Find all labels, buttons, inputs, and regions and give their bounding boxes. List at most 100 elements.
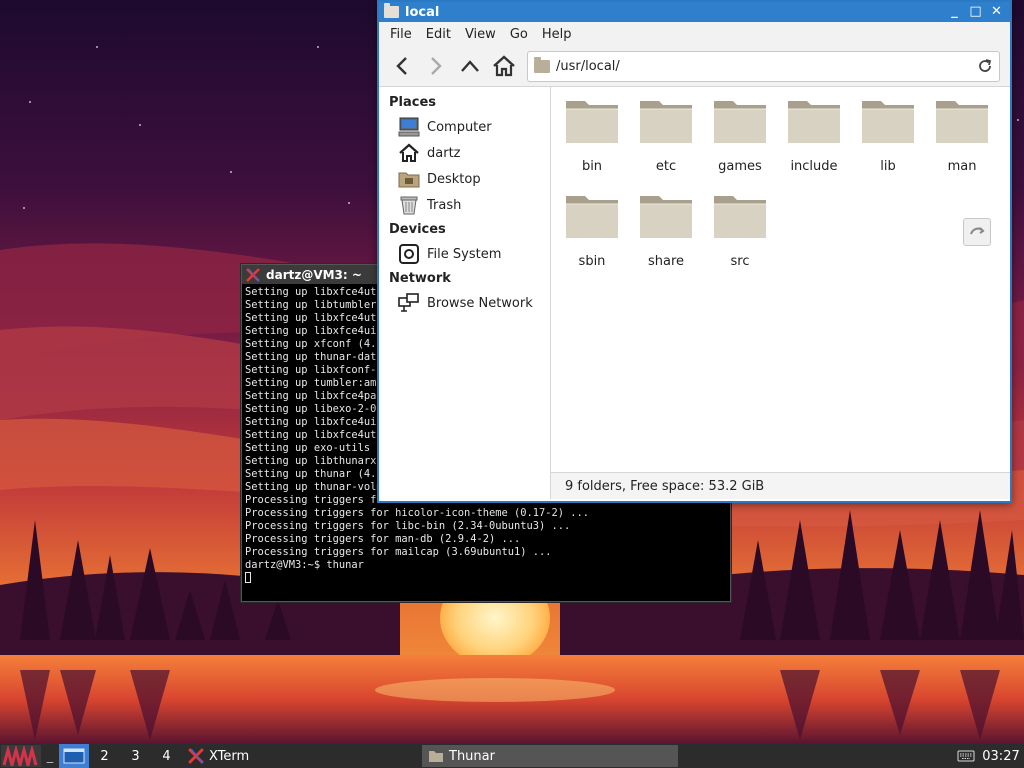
toolbar: /usr/local/ bbox=[379, 46, 1010, 87]
minimize-button[interactable]: _ bbox=[945, 4, 964, 20]
menu-view[interactable]: View bbox=[458, 27, 503, 42]
menubar: File Edit View Go Help bbox=[379, 22, 1010, 46]
menu-edit[interactable]: Edit bbox=[419, 27, 458, 42]
folder-name: lib bbox=[880, 159, 896, 174]
folder-name: games bbox=[718, 159, 762, 174]
chevron-right-icon bbox=[431, 57, 442, 75]
sidebar-item-computer[interactable]: Computer bbox=[379, 114, 550, 140]
reload-icon bbox=[970, 227, 985, 235]
xterm-title: dartz@VM3: ~ bbox=[266, 267, 362, 282]
menu-go[interactable]: Go bbox=[503, 27, 535, 42]
maximize-button[interactable]: □ bbox=[966, 4, 985, 20]
terminal-cursor bbox=[245, 572, 251, 583]
folder-name: man bbox=[947, 159, 977, 174]
folder-name: sbin bbox=[578, 254, 606, 269]
folder-item[interactable]: lib bbox=[851, 95, 925, 190]
sidebar-item-browse-network[interactable]: Browse Network bbox=[379, 290, 550, 316]
workspace-1[interactable]: _ bbox=[41, 749, 59, 764]
up-button[interactable] bbox=[453, 50, 487, 82]
sidebar-item-label: Trash bbox=[427, 197, 462, 213]
home-icon bbox=[493, 55, 515, 77]
chevron-left-icon bbox=[396, 57, 407, 75]
folder-name: bin bbox=[581, 159, 603, 174]
workspace-3[interactable]: 3 bbox=[120, 749, 151, 764]
terminal-line: dartz@VM3:~$ thunar bbox=[245, 559, 364, 571]
folder-item[interactable]: src bbox=[703, 190, 777, 285]
taskbar-item-label: XTerm bbox=[209, 748, 250, 764]
devices-heading: Devices bbox=[389, 222, 446, 237]
sidebar: Places Computer dartz Desktop Trash Devi… bbox=[379, 87, 551, 499]
desktop-folder-icon bbox=[398, 169, 420, 189]
thunar-titlebar[interactable]: local _ □ ✕ bbox=[379, 2, 1010, 22]
folder-item[interactable]: sbin bbox=[555, 190, 629, 285]
clock[interactable]: 03:27 bbox=[978, 749, 1024, 764]
folder-icon bbox=[640, 196, 692, 238]
home-icon bbox=[398, 143, 420, 163]
chevron-up-icon bbox=[461, 60, 479, 72]
folder-grid: bin etc games include lib man sbin share src bbox=[551, 87, 1010, 472]
folder-item[interactable]: etc bbox=[629, 95, 703, 190]
taskbar-item-label: Thunar bbox=[449, 748, 495, 764]
folder-name: include bbox=[790, 159, 838, 174]
folder-icon bbox=[534, 56, 550, 73]
location-path[interactable]: /usr/local/ bbox=[556, 59, 971, 74]
sidebar-item-trash[interactable]: Trash bbox=[379, 192, 550, 218]
xterm-icon bbox=[246, 267, 260, 282]
folder-icon bbox=[384, 3, 399, 18]
thunar-window[interactable]: local _ □ ✕ File Edit View Go Help /usr/… bbox=[377, 0, 1012, 503]
taskbar-item-xterm[interactable]: XTerm bbox=[182, 745, 422, 767]
sidebar-item-dartz[interactable]: dartz bbox=[379, 140, 550, 166]
window-title: local bbox=[405, 4, 440, 20]
sidebar-item-label: dartz bbox=[427, 145, 461, 161]
home-button[interactable] bbox=[487, 50, 521, 82]
location-bar[interactable]: /usr/local/ bbox=[527, 50, 1000, 82]
trash-icon bbox=[398, 195, 420, 215]
app-menu-button[interactable] bbox=[1, 745, 41, 767]
xterm-icon bbox=[188, 748, 204, 764]
menu-logo-icon bbox=[2, 746, 38, 766]
folder-name: src bbox=[730, 254, 750, 269]
reload-icon bbox=[979, 59, 992, 72]
keyboard-icon[interactable] bbox=[954, 749, 978, 763]
sidebar-item-label: Computer bbox=[427, 119, 492, 135]
folder-icon bbox=[640, 101, 692, 143]
folder-icon bbox=[566, 101, 618, 143]
folder-item[interactable]: games bbox=[703, 95, 777, 190]
terminal-line: Processing triggers for libc-bin (2.34-0… bbox=[245, 520, 571, 532]
sidebar-item-label: Browse Network bbox=[427, 295, 533, 311]
folder-name: share bbox=[647, 254, 685, 269]
folder-item[interactable]: bin bbox=[555, 95, 629, 190]
network-icon bbox=[398, 293, 420, 313]
status-bar: 9 folders, Free space: 53.2 GiB bbox=[551, 472, 1010, 499]
folder-name: etc bbox=[655, 159, 677, 174]
forward-button[interactable] bbox=[419, 50, 453, 82]
folder-icon bbox=[788, 101, 840, 143]
taskbar: _ 2 3 4 XTerm Thunar 03:27 bbox=[0, 744, 1024, 768]
workspace-active[interactable] bbox=[59, 744, 89, 768]
menu-help[interactable]: Help bbox=[535, 27, 579, 42]
folder-item[interactable]: man bbox=[925, 95, 999, 190]
terminal-line: Processing triggers for hicolor-icon-the… bbox=[245, 507, 590, 519]
file-view: bin etc games include lib man sbin share src 9 f… bbox=[551, 87, 1010, 499]
taskbar-item-thunar[interactable]: Thunar bbox=[422, 745, 678, 767]
workspace-4[interactable]: 4 bbox=[151, 749, 182, 764]
loading-badge bbox=[963, 218, 991, 246]
sidebar-item-file-system[interactable]: File System bbox=[379, 241, 550, 267]
folder-icon bbox=[714, 101, 766, 143]
terminal-cursor-line bbox=[245, 572, 727, 585]
back-button[interactable] bbox=[385, 50, 419, 82]
places-heading: Places bbox=[389, 95, 437, 110]
menu-file[interactable]: File bbox=[383, 27, 419, 42]
folder-icon bbox=[936, 101, 988, 143]
folder-item[interactable]: share bbox=[629, 190, 703, 285]
reload-button[interactable] bbox=[971, 52, 999, 80]
folder-item[interactable]: include bbox=[777, 95, 851, 190]
workspace-2[interactable]: 2 bbox=[89, 749, 120, 764]
sidebar-item-desktop[interactable]: Desktop bbox=[379, 166, 550, 192]
window-icon bbox=[63, 748, 85, 764]
close-button[interactable]: ✕ bbox=[987, 4, 1006, 20]
sidebar-item-label: Desktop bbox=[427, 171, 481, 187]
sidebar-item-label: File System bbox=[427, 246, 502, 262]
folder-icon bbox=[862, 101, 914, 143]
folder-icon bbox=[714, 196, 766, 238]
